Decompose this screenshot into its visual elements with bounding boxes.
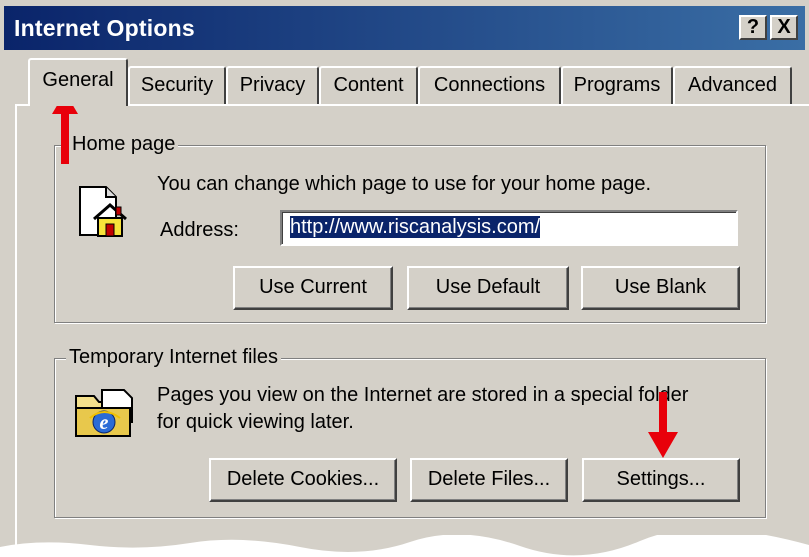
use-default-button[interactable]: Use Default — [407, 266, 569, 310]
address-label: Address: — [160, 219, 239, 241]
address-input[interactable]: http://www.riscanalysis.com/ — [280, 210, 738, 246]
delete-files-button[interactable]: Delete Files... — [410, 458, 568, 502]
temp-files-description-line1: Pages you view on the Internet are store… — [157, 384, 689, 406]
dialog-title: Internet Options — [14, 15, 195, 41]
use-blank-button[interactable]: Use Blank — [581, 266, 740, 310]
tab-general[interactable]: General — [28, 58, 128, 106]
delete-cookies-button[interactable]: Delete Cookies... — [209, 458, 397, 502]
temporary-internet-files-legend: Temporary Internet files — [66, 344, 281, 370]
tab-programs[interactable]: Programs — [561, 66, 673, 104]
home-page-legend: Home page — [69, 131, 179, 157]
home-page-icon — [79, 186, 127, 237]
use-current-button[interactable]: Use Current — [233, 266, 393, 310]
tab-content[interactable]: Content — [319, 66, 418, 104]
tab-advanced[interactable]: Advanced — [673, 66, 792, 104]
title-bar[interactable]: Internet Options ? X — [4, 6, 805, 50]
settings-button[interactable]: Settings... — [582, 458, 740, 502]
tab-security[interactable]: Security — [128, 66, 226, 104]
temp-files-folder-icon: e — [75, 389, 133, 437]
home-page-description: You can change which page to use for you… — [157, 173, 652, 195]
tab-connections[interactable]: Connections — [418, 66, 561, 104]
close-button[interactable]: X — [770, 15, 798, 40]
annotation-arrow-down — [648, 392, 678, 458]
svg-text:e: e — [100, 412, 109, 434]
help-button[interactable]: ? — [739, 15, 767, 40]
internet-options-dialog: Internet Options ? X General Security Pr… — [0, 0, 809, 557]
torn-edge-decoration — [0, 535, 809, 557]
tab-privacy[interactable]: Privacy — [226, 66, 319, 104]
tab-strip: General Security Privacy Content Connect… — [0, 56, 809, 106]
temp-files-description-line2: for quick viewing later. — [157, 411, 354, 433]
address-value: http://www.riscanalysis.com/ — [290, 216, 541, 238]
